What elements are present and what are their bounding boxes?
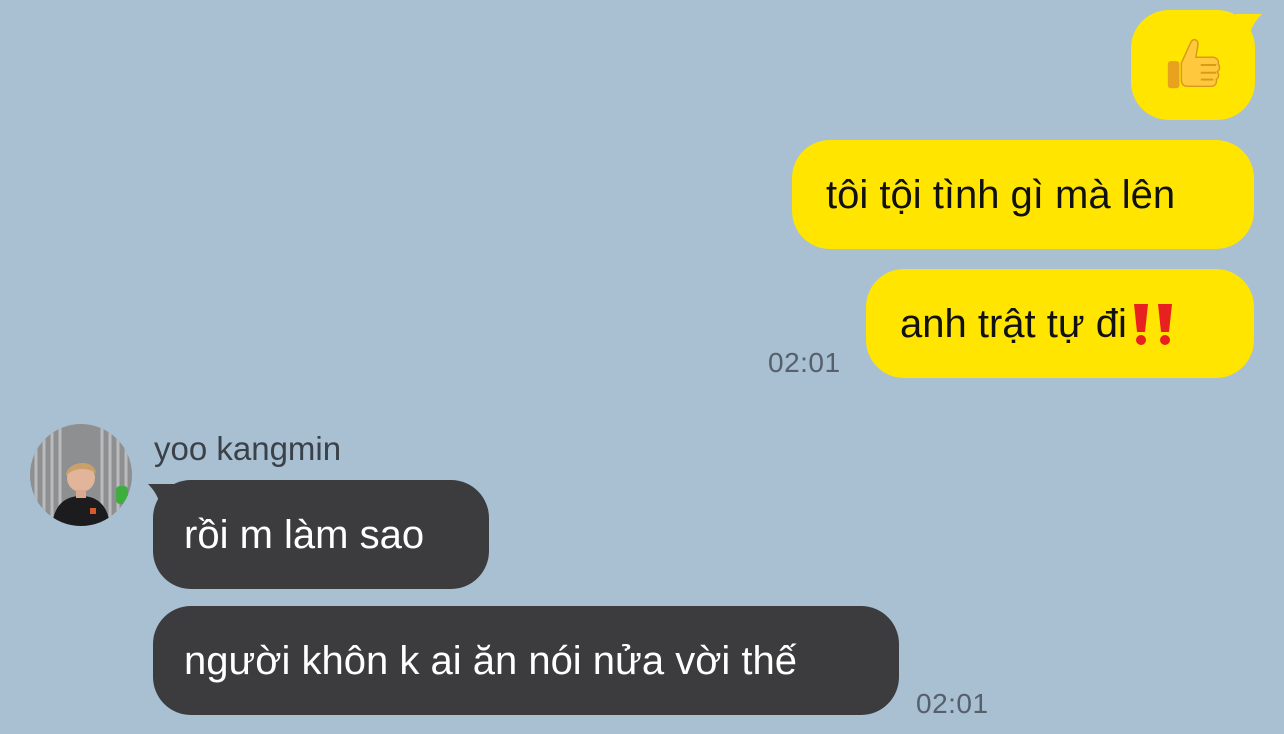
message-text: tôi tội tình gì mà lên: [826, 172, 1176, 217]
incoming-timestamp: 02:01: [916, 688, 989, 719]
incoming-message[interactable]: người khôn k ai ăn nói nửa vời thế: [153, 606, 899, 715]
message-text: rồi m làm sao: [184, 512, 425, 557]
message-text: người khôn k ai ăn nói nửa vời thế: [184, 638, 798, 683]
avatar[interactable]: [30, 424, 132, 526]
incoming-message[interactable]: rồi m làm sao: [153, 480, 489, 589]
double-exclamation-icon: [1133, 303, 1172, 345]
outgoing-message[interactable]: tôi tội tình gì mà lên: [792, 140, 1254, 249]
message-text: anh trật tự đi: [900, 301, 1127, 346]
outgoing-bubble-tail: [1236, 14, 1262, 42]
outgoing-message[interactable]: anh trật tự đi: [866, 269, 1254, 378]
thumbs-up-icon: [1167, 39, 1221, 89]
avatar-image: [30, 424, 132, 526]
sender-name: yoo kangmin: [154, 430, 342, 467]
chat-area: tôi tội tình gì mà lên anh trật tự đi 02…: [0, 0, 1284, 734]
outgoing-timestamp: 02:01: [768, 347, 841, 378]
